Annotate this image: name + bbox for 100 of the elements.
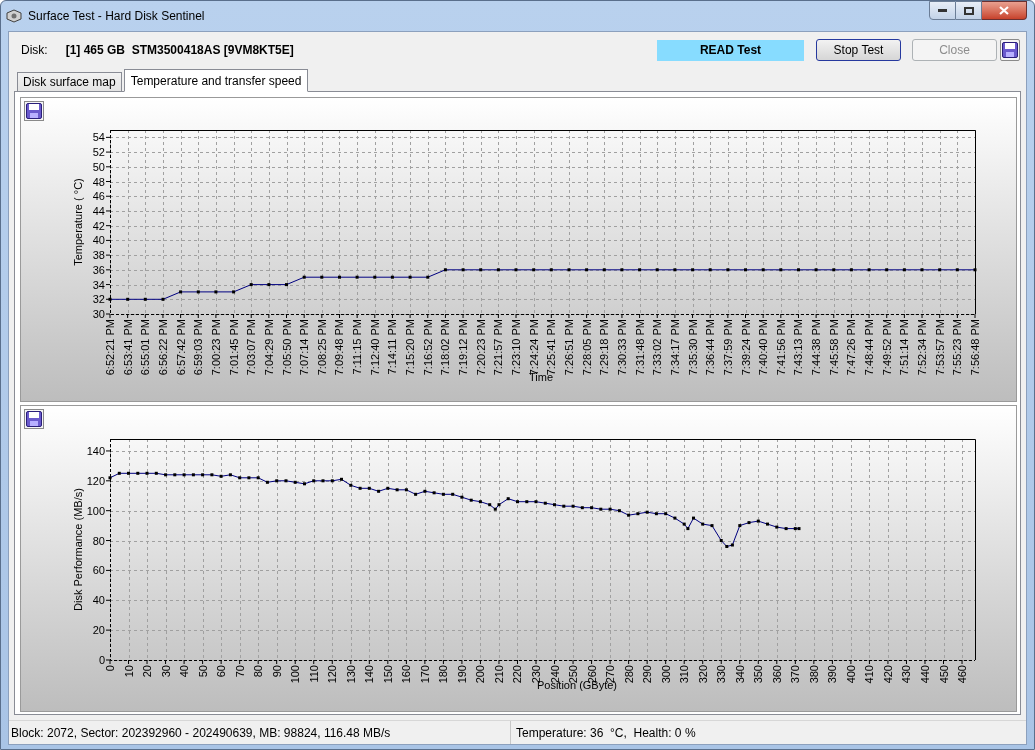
- axis-tick-label: 180: [437, 665, 450, 684]
- data-point: [602, 268, 606, 272]
- axis-tick-label: 20: [92, 624, 105, 637]
- axis-tick-label: 90: [270, 665, 283, 678]
- axis-tick-label: 7:36:44 PM: [704, 319, 717, 376]
- axis-tick-label: 30: [159, 665, 172, 678]
- close-window-button[interactable]: [982, 1, 1027, 20]
- save-chart-button[interactable]: [24, 101, 44, 121]
- data-point: [701, 522, 705, 526]
- axis-tick-label: 330: [715, 665, 728, 684]
- axis-tick-label: 300: [659, 665, 672, 684]
- data-point: [451, 492, 455, 496]
- axis-tick-label: 38: [92, 249, 105, 262]
- minimize-button[interactable]: [929, 1, 956, 20]
- data-point: [182, 473, 186, 477]
- save-chart-button[interactable]: [24, 409, 44, 429]
- dialog-button[interactable]: Stop Test: [816, 39, 901, 61]
- data-point: [516, 500, 519, 504]
- data-point: [373, 275, 377, 279]
- data-point: [691, 268, 695, 272]
- data-point: [496, 268, 500, 272]
- data-point: [136, 471, 140, 475]
- data-point: [232, 290, 236, 294]
- data-point: [562, 504, 566, 508]
- data-point: [154, 471, 158, 475]
- axis-tick-label: 20: [141, 665, 154, 678]
- data-point: [358, 486, 362, 490]
- data-point: [692, 516, 695, 520]
- axis-tick-label: 7:16:52 PM: [421, 319, 434, 376]
- data-point: [590, 506, 594, 510]
- data-point: [747, 521, 751, 525]
- axis-tick-label: 460: [956, 665, 969, 684]
- data-point: [355, 275, 359, 279]
- maximize-button[interactable]: [956, 1, 982, 20]
- data-point: [738, 524, 742, 528]
- axis-tick-label: 420: [881, 665, 894, 684]
- data-point: [432, 491, 436, 495]
- tab[interactable]: Disk surface map: [17, 72, 122, 92]
- axis-tick-label: 60: [215, 665, 228, 678]
- data-point: [441, 492, 445, 496]
- axis-tick-label: 350: [752, 665, 765, 684]
- axis-tick-label: 120: [326, 665, 339, 684]
- axis-tick-label: 44: [92, 204, 105, 217]
- data-point: [708, 268, 712, 272]
- data-point: [267, 283, 271, 287]
- axis-tick-label: 7:52:34 PM: [916, 319, 929, 376]
- data-point: [330, 479, 334, 483]
- axis-tick-label: 70: [233, 665, 246, 678]
- axis-title: Disk Performance (MB/s): [72, 488, 84, 611]
- axis-tick-label: 190: [455, 665, 468, 684]
- axis-tick-label: 250: [567, 665, 580, 684]
- data-point: [414, 492, 418, 496]
- axis-tick-label: 7:23:10 PM: [510, 319, 522, 376]
- axis-tick-label: 7:26:51 PM: [563, 319, 575, 376]
- save-button[interactable]: [1000, 39, 1020, 61]
- data-point: [469, 498, 473, 502]
- data-point: [664, 512, 668, 516]
- axis-tick-label: 7:51:14 PM: [898, 319, 911, 376]
- disk-name: [1] 465 GB STM3500418AS [9VM8KT5E]: [65, 42, 294, 59]
- data-point: [349, 483, 353, 487]
- data-point: [247, 476, 251, 480]
- data-point: [655, 268, 659, 272]
- axis-tick-label: 140: [363, 665, 376, 684]
- data-point: [108, 476, 112, 480]
- axis-title: Temperature ( °C): [72, 178, 84, 266]
- axis-tick-label: 7:53:57 PM: [933, 319, 946, 376]
- data-point: [320, 275, 324, 279]
- data-point: [404, 488, 408, 492]
- data-point: [321, 479, 325, 483]
- data-point: [390, 275, 394, 279]
- axis-tick-label: 36: [92, 263, 105, 276]
- data-point: [423, 489, 427, 493]
- axis-tick-label: 7:21:57 PM: [492, 319, 505, 376]
- status-bar-text: Temperature: 36 °C, Health: 0 %: [515, 724, 696, 742]
- axis-tick-label: 7:15:20 PM: [404, 319, 417, 376]
- data-point: [275, 479, 279, 483]
- axis-tick-label: 160: [400, 665, 413, 684]
- axis-tick-label: 6:56:22 PM: [156, 319, 169, 376]
- axis-tick-label: 6:55:01 PM: [139, 319, 152, 376]
- data-point: [126, 297, 130, 301]
- axis-tick-label: 7:55:23 PM: [951, 319, 964, 376]
- minimize-icon: [938, 9, 947, 12]
- data-point: [173, 473, 177, 477]
- axis-tick-label: 54: [92, 131, 105, 144]
- tab[interactable]: Temperature and transfer speed: [123, 69, 309, 92]
- data-point: [338, 275, 341, 279]
- data-point: [710, 524, 714, 528]
- axis-tick-label: 40: [92, 234, 105, 247]
- axis-tick-label: 6:52:21 PM: [104, 319, 116, 376]
- axis-tick-label: 80: [92, 534, 105, 547]
- data-point: [938, 268, 942, 272]
- axis-tick-label: 6:57:42 PM: [174, 319, 187, 376]
- data-point: [219, 474, 223, 478]
- data-point: [191, 473, 195, 477]
- data-point: [814, 268, 818, 272]
- axis-tick-label: 7:25:41 PM: [545, 319, 558, 376]
- data-point: [210, 473, 214, 477]
- axis-tick-label: 200: [474, 665, 487, 684]
- data-point: [766, 522, 769, 526]
- axis-tick-label: 7:34:17 PM: [668, 319, 681, 376]
